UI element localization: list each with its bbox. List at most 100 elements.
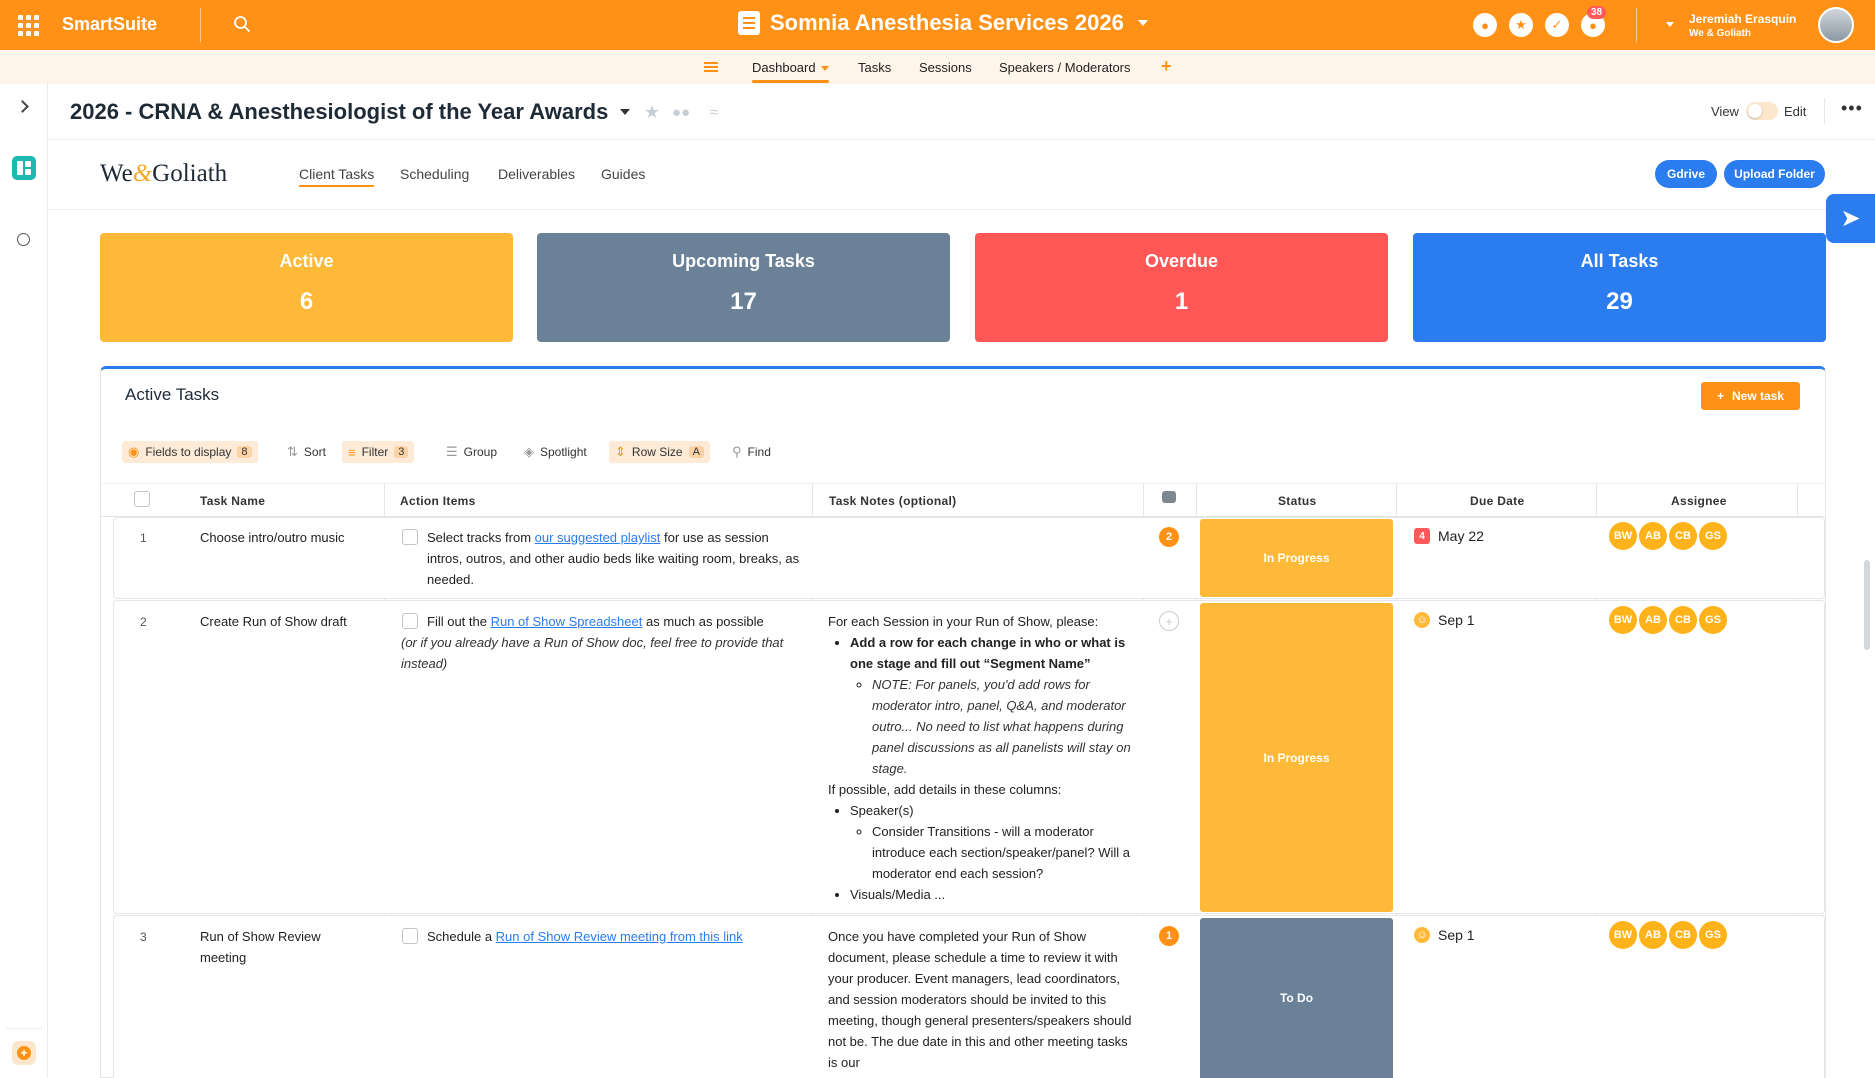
stat-card-all-tasks[interactable]: All Tasks 29	[1413, 233, 1826, 342]
add-button[interactable]: +	[12, 1041, 36, 1065]
avatar: AB	[1639, 921, 1667, 949]
stat-card-upcoming-tasks[interactable]: Upcoming Tasks 17	[537, 233, 950, 342]
fields-to-display-button[interactable]: ◉ Fields to display 8	[122, 441, 258, 463]
add-comment-icon[interactable]: +	[1159, 611, 1179, 631]
fields-count-badge: 8	[237, 446, 252, 458]
stat-card-active[interactable]: Active 6	[100, 233, 513, 342]
status-badge[interactable]: To Do	[1200, 918, 1393, 1078]
column-header-task-name[interactable]: Task Name	[200, 494, 265, 508]
new-task-button[interactable]: + New task	[1701, 382, 1800, 410]
nav-tab-speakers-moderators[interactable]: Speakers / Moderators	[999, 60, 1131, 75]
divider	[1636, 8, 1637, 42]
due-date-cell[interactable]: 4 May 22	[1414, 528, 1484, 544]
due-date-cell[interactable]: ☺ Sep 1	[1414, 927, 1475, 943]
spotlight-button[interactable]: ◈ Spotlight	[518, 441, 593, 463]
avatar: CB	[1669, 921, 1697, 949]
stat-value: 1	[1174, 288, 1189, 315]
nav-tab-dashboard[interactable]: Dashboard	[752, 60, 816, 75]
rocket-launch-icon[interactable]: ➤	[1826, 194, 1875, 243]
user-name[interactable]: Jeremiah Erasquin	[1689, 12, 1796, 26]
add-tab-button[interactable]: +	[1161, 56, 1172, 77]
tab-scheduling[interactable]: Scheduling	[400, 166, 469, 182]
page-header: 2026 - CRNA & Anesthesiologist of the Ye…	[48, 84, 1875, 140]
favorites-star-icon[interactable]: ★	[1509, 13, 1533, 37]
my-tasks-check-icon[interactable]: ✓	[1545, 13, 1569, 37]
assignee-cell[interactable]: BW AB CB GS	[1609, 522, 1727, 550]
action-item-checkbox[interactable]	[402, 613, 418, 629]
members-icon[interactable]: ●	[1473, 13, 1497, 37]
dashboard-icon[interactable]	[12, 156, 36, 180]
avatar: GS	[1699, 522, 1727, 550]
column-header-due-date[interactable]: Due Date	[1470, 494, 1524, 508]
action-items-cell[interactable]: Fill out the Run of Show Spreadsheet as …	[427, 611, 802, 632]
assignee-cell[interactable]: BW AB CB GS	[1609, 921, 1727, 949]
chevron-down-icon[interactable]	[821, 66, 829, 71]
view-mode-label: View	[1711, 104, 1739, 119]
tab-guides[interactable]: Guides	[601, 166, 645, 182]
column-header-task-notes[interactable]: Task Notes (optional)	[829, 494, 956, 508]
stat-card-overdue[interactable]: Overdue 1	[975, 233, 1388, 342]
column-header-assignee[interactable]: Assignee	[1671, 494, 1727, 508]
nav-tab-tasks[interactable]: Tasks	[858, 60, 891, 75]
active-tab-underline	[752, 80, 829, 83]
view-edit-toggle[interactable]	[1746, 102, 1778, 120]
status-badge[interactable]: In Progress	[1200, 519, 1393, 597]
task-notes-cell[interactable]: For each Session in your Run of Show, pl…	[828, 611, 1134, 905]
row-size-badge: A	[688, 446, 704, 458]
action-item-checkbox[interactable]	[402, 928, 418, 944]
apps-grid-icon[interactable]	[18, 15, 39, 36]
row-size-icon: ⇕	[615, 444, 626, 459]
find-button[interactable]: ⚲ Find	[726, 441, 777, 463]
select-all-checkbox[interactable]	[134, 491, 150, 507]
comment-count-badge[interactable]: 2	[1159, 527, 1179, 547]
workspace-icon	[738, 11, 760, 35]
nav-tab-sessions[interactable]: Sessions	[919, 60, 972, 75]
top-bar-icons: ● ★ ✓ ●	[1473, 13, 1605, 37]
column-header-action-items[interactable]: Action Items	[400, 494, 476, 508]
members-icon[interactable]: ●●	[672, 104, 690, 121]
filter-button[interactable]: ≡ Filter 3	[342, 441, 415, 463]
hamburger-menu-icon[interactable]	[704, 62, 718, 64]
sort-button[interactable]: ⇅ Sort	[281, 441, 332, 463]
assignee-cell[interactable]: BW AB CB GS	[1609, 606, 1727, 634]
tab-deliverables[interactable]: Deliverables	[498, 166, 575, 182]
column-header-status[interactable]: Status	[1278, 494, 1316, 508]
status-badge[interactable]: In Progress	[1200, 603, 1393, 912]
brand-name[interactable]: SmartSuite	[62, 14, 157, 35]
comment-count-badge[interactable]: 1	[1159, 926, 1179, 946]
user-circle-icon[interactable]	[17, 233, 30, 246]
task-name-cell[interactable]: Choose intro/outro music	[200, 527, 370, 548]
rss-feed-icon[interactable]: ≈	[710, 104, 718, 121]
favorite-star-icon[interactable]: ★	[644, 102, 660, 123]
more-options-icon[interactable]: •••	[1841, 98, 1863, 119]
workspace-selector[interactable]: Somnia Anesthesia Services 2026	[738, 10, 1148, 36]
row-size-button[interactable]: ⇕ Row Size A	[609, 441, 710, 463]
avatar: GS	[1699, 921, 1727, 949]
group-icon: ☰	[446, 444, 458, 459]
tab-client-tasks[interactable]: Client Tasks	[299, 166, 374, 182]
plus-icon: +	[1716, 389, 1724, 403]
chevron-down-icon[interactable]	[620, 109, 630, 115]
expand-sidebar-chevron-icon[interactable]	[16, 100, 29, 113]
vertical-scrollbar[interactable]	[1864, 560, 1870, 650]
group-button[interactable]: ☰ Group	[440, 441, 503, 463]
run-of-show-spreadsheet-link[interactable]: Run of Show Spreadsheet	[491, 614, 643, 629]
upload-folder-button[interactable]: Upload Folder	[1724, 160, 1825, 188]
task-name-cell[interactable]: Create Run of Show draft	[200, 611, 370, 632]
user-avatar[interactable]	[1818, 7, 1854, 43]
action-items-cell[interactable]: Select tracks from our suggested playlis…	[427, 527, 802, 590]
action-item-checkbox[interactable]	[402, 529, 418, 545]
stat-label: Upcoming Tasks	[672, 251, 815, 271]
due-date-cell[interactable]: ☺ Sep 1	[1414, 612, 1475, 628]
row-number: 2	[140, 615, 147, 629]
review-meeting-link[interactable]: Run of Show Review meeting from this lin…	[496, 929, 743, 944]
task-name-cell[interactable]: Run of Show Review meeting	[200, 926, 360, 968]
stat-label: Overdue	[1144, 251, 1219, 271]
task-notes-cell[interactable]: Once you have completed your Run of Show…	[828, 926, 1134, 1073]
search-icon[interactable]	[233, 15, 251, 33]
gdrive-button[interactable]: Gdrive	[1655, 160, 1717, 188]
action-items-cell[interactable]: Schedule a Run of Show Review meeting fr…	[427, 926, 802, 947]
playlist-link[interactable]: our suggested playlist	[535, 530, 661, 545]
filter-count-badge: 3	[394, 446, 409, 458]
user-menu-chevron-icon[interactable]	[1666, 22, 1674, 27]
